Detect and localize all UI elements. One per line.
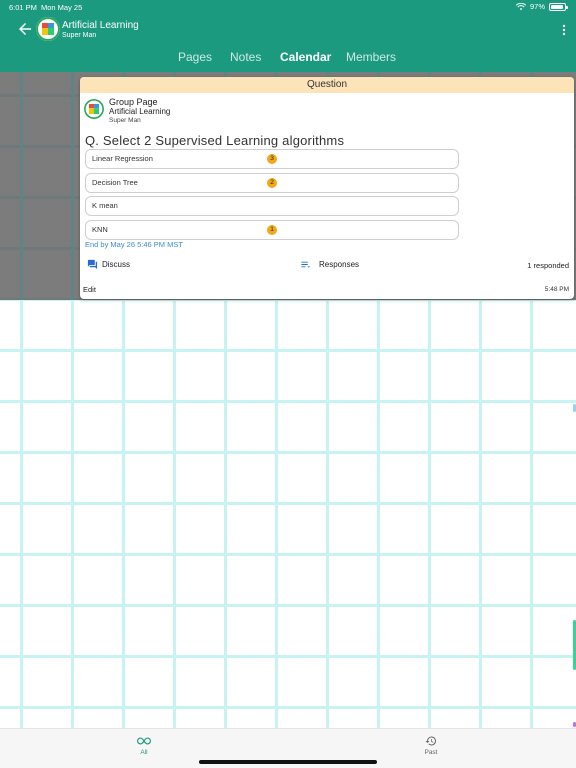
home-indicator [199,760,377,764]
tab-calendar[interactable]: Calendar [280,50,331,64]
responses-button[interactable]: Responses [300,259,359,270]
group-page-user: Super Man [109,117,141,124]
option-label: Decision Tree [92,178,138,187]
vote-count-badge: 3 [267,154,277,164]
history-icon [425,736,436,746]
tab-all-label: All [140,749,148,756]
group-page-name: Artificial Learning [109,107,171,116]
group-logo-icon [84,99,104,119]
group-owner: Super Man [62,32,97,39]
status-bar: 6:01 PM Mon May 25 97% [0,0,576,14]
chat-icon [87,259,98,270]
tab-all[interactable]: All [124,735,164,756]
battery-percent: 97% [529,2,545,11]
deadline-text: End by May 26 5:46 PM MST [85,240,183,249]
group-logo-icon [36,17,60,41]
group-page-label: Group Page [109,97,158,107]
option-label: KNN [92,225,108,234]
question-text: Q. Select 2 Supervised Learning algorith… [85,133,345,148]
status-time: 6:01 PM [9,3,37,12]
more-vert-icon[interactable] [561,24,567,36]
status-right: 97% [515,2,568,11]
group-page-avatar [84,99,104,119]
discuss-button[interactable]: Discuss [87,259,130,270]
wifi-icon [515,2,526,10]
tab-past[interactable]: Past [411,735,451,756]
tab-members[interactable]: Members [346,50,396,64]
tab-past-label: Past [424,749,438,756]
option-knn[interactable]: KNN 1 [85,220,459,240]
infinity-icon [137,737,151,745]
vote-count-badge: 2 [267,178,277,188]
option-label: Linear Regression [92,154,153,163]
group-avatar[interactable] [36,17,60,41]
responses-label: Responses [319,260,360,269]
responded-count: 1 responded [527,261,569,270]
option-label: K mean [92,201,118,210]
card-header: Question [80,77,574,93]
edit-button[interactable]: Edit [83,285,96,294]
tab-bar: Pages Notes Calendar Members [0,50,576,68]
group-title: Artificial Learning [62,20,139,31]
status-date: Mon May 25 [41,3,83,12]
back-arrow-icon[interactable] [16,20,34,38]
tab-notes[interactable]: Notes [230,50,261,64]
tab-pages[interactable]: Pages [178,50,212,64]
card-timestamp: 5:48 PM [544,286,569,293]
discuss-label: Discuss [102,260,131,269]
question-card: Question Group Page Artificial Learning … [80,77,574,299]
option-decision-tree[interactable]: Decision Tree 2 [85,173,459,193]
option-linear-regression[interactable]: Linear Regression 3 [85,149,459,169]
vote-count-badge: 1 [267,225,277,235]
battery-icon [549,2,568,11]
list-icon [301,261,311,268]
option-k-mean[interactable]: K mean [85,196,459,216]
app-header: 6:01 PM Mon May 25 97% Artificial Learni… [0,0,576,72]
